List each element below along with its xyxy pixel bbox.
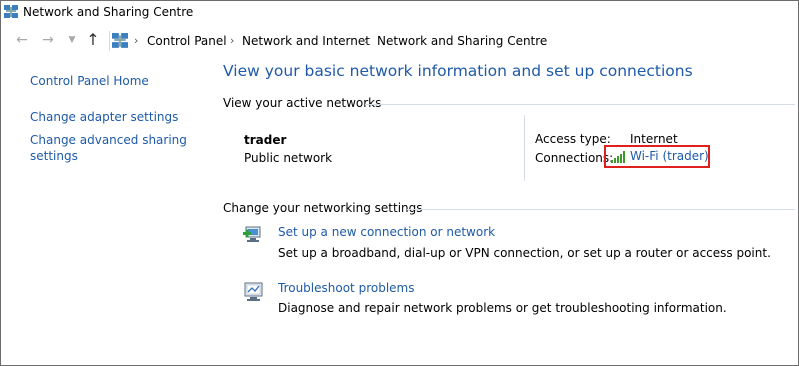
troubleshoot-icon — [244, 282, 263, 301]
chevron-right-icon[interactable]: › — [134, 34, 138, 47]
address-bar: ← → ▼ ↑ › Control Panel › Network and In… — [1, 29, 798, 53]
vertical-divider — [524, 115, 525, 181]
sidebar-item-control-panel-home[interactable]: Control Panel Home — [30, 73, 200, 89]
setup-connection-link[interactable]: Set up a new connection or network — [278, 225, 495, 239]
networking-settings-heading: Change your networking settings — [223, 201, 423, 215]
sidebar-item-change-adapter-settings[interactable]: Change adapter settings — [30, 109, 200, 125]
sidebar-item-change-advanced-sharing-settings[interactable]: Change advanced sharing settings — [30, 132, 200, 164]
recent-locations-chevron-icon[interactable]: ▼ — [64, 32, 80, 48]
wifi-connection-link[interactable]: Wi-Fi (trader) — [630, 149, 709, 163]
network-name: trader — [244, 133, 287, 147]
network-category[interactable]: Public network — [244, 151, 332, 165]
breadcrumb-network-and-sharing-centre[interactable]: Network and Sharing Centre — [377, 34, 547, 48]
breadcrumb-control-panel[interactable]: Control Panel — [147, 34, 227, 48]
highlight-box: Wi-Fi (trader) — [604, 145, 710, 168]
chevron-right-icon[interactable]: › — [364, 34, 368, 47]
setup-connection-description: Set up a broadband, dial-up or VPN conne… — [278, 246, 771, 260]
active-networks-heading: View your active networks — [223, 96, 382, 110]
new-connection-icon — [243, 226, 261, 242]
wifi-signal-icon — [611, 151, 625, 163]
section-divider — [407, 209, 795, 210]
window: Network and Sharing Centre ← → ▼ ↑ › Con… — [0, 0, 799, 366]
section-divider — [365, 104, 795, 105]
troubleshoot-link[interactable]: Troubleshoot problems — [278, 281, 414, 295]
breadcrumb-network-and-internet[interactable]: Network and Internet — [242, 34, 370, 48]
sidebar: Control Panel Home Change adapter settin… — [1, 61, 213, 363]
connections-label: Connections: — [535, 151, 614, 165]
up-arrow-icon[interactable]: ↑ — [85, 32, 101, 48]
address-box[interactable]: › Control Panel › Network and Internet ›… — [109, 31, 798, 51]
chevron-right-icon[interactable]: › — [230, 34, 234, 47]
network-icon — [4, 5, 18, 18]
title-bar: Network and Sharing Centre — [1, 1, 798, 25]
page-title: View your basic network information and … — [223, 62, 693, 80]
forward-arrow-icon[interactable]: → — [40, 32, 56, 48]
main-content: View your basic network information and … — [213, 53, 798, 363]
access-type-value: Internet — [630, 132, 678, 146]
access-type-label: Access type: — [535, 132, 611, 146]
network-icon — [112, 33, 128, 48]
troubleshoot-description: Diagnose and repair network problems or … — [278, 301, 727, 315]
back-arrow-icon[interactable]: ← — [14, 32, 30, 48]
window-title: Network and Sharing Centre — [23, 5, 194, 19]
